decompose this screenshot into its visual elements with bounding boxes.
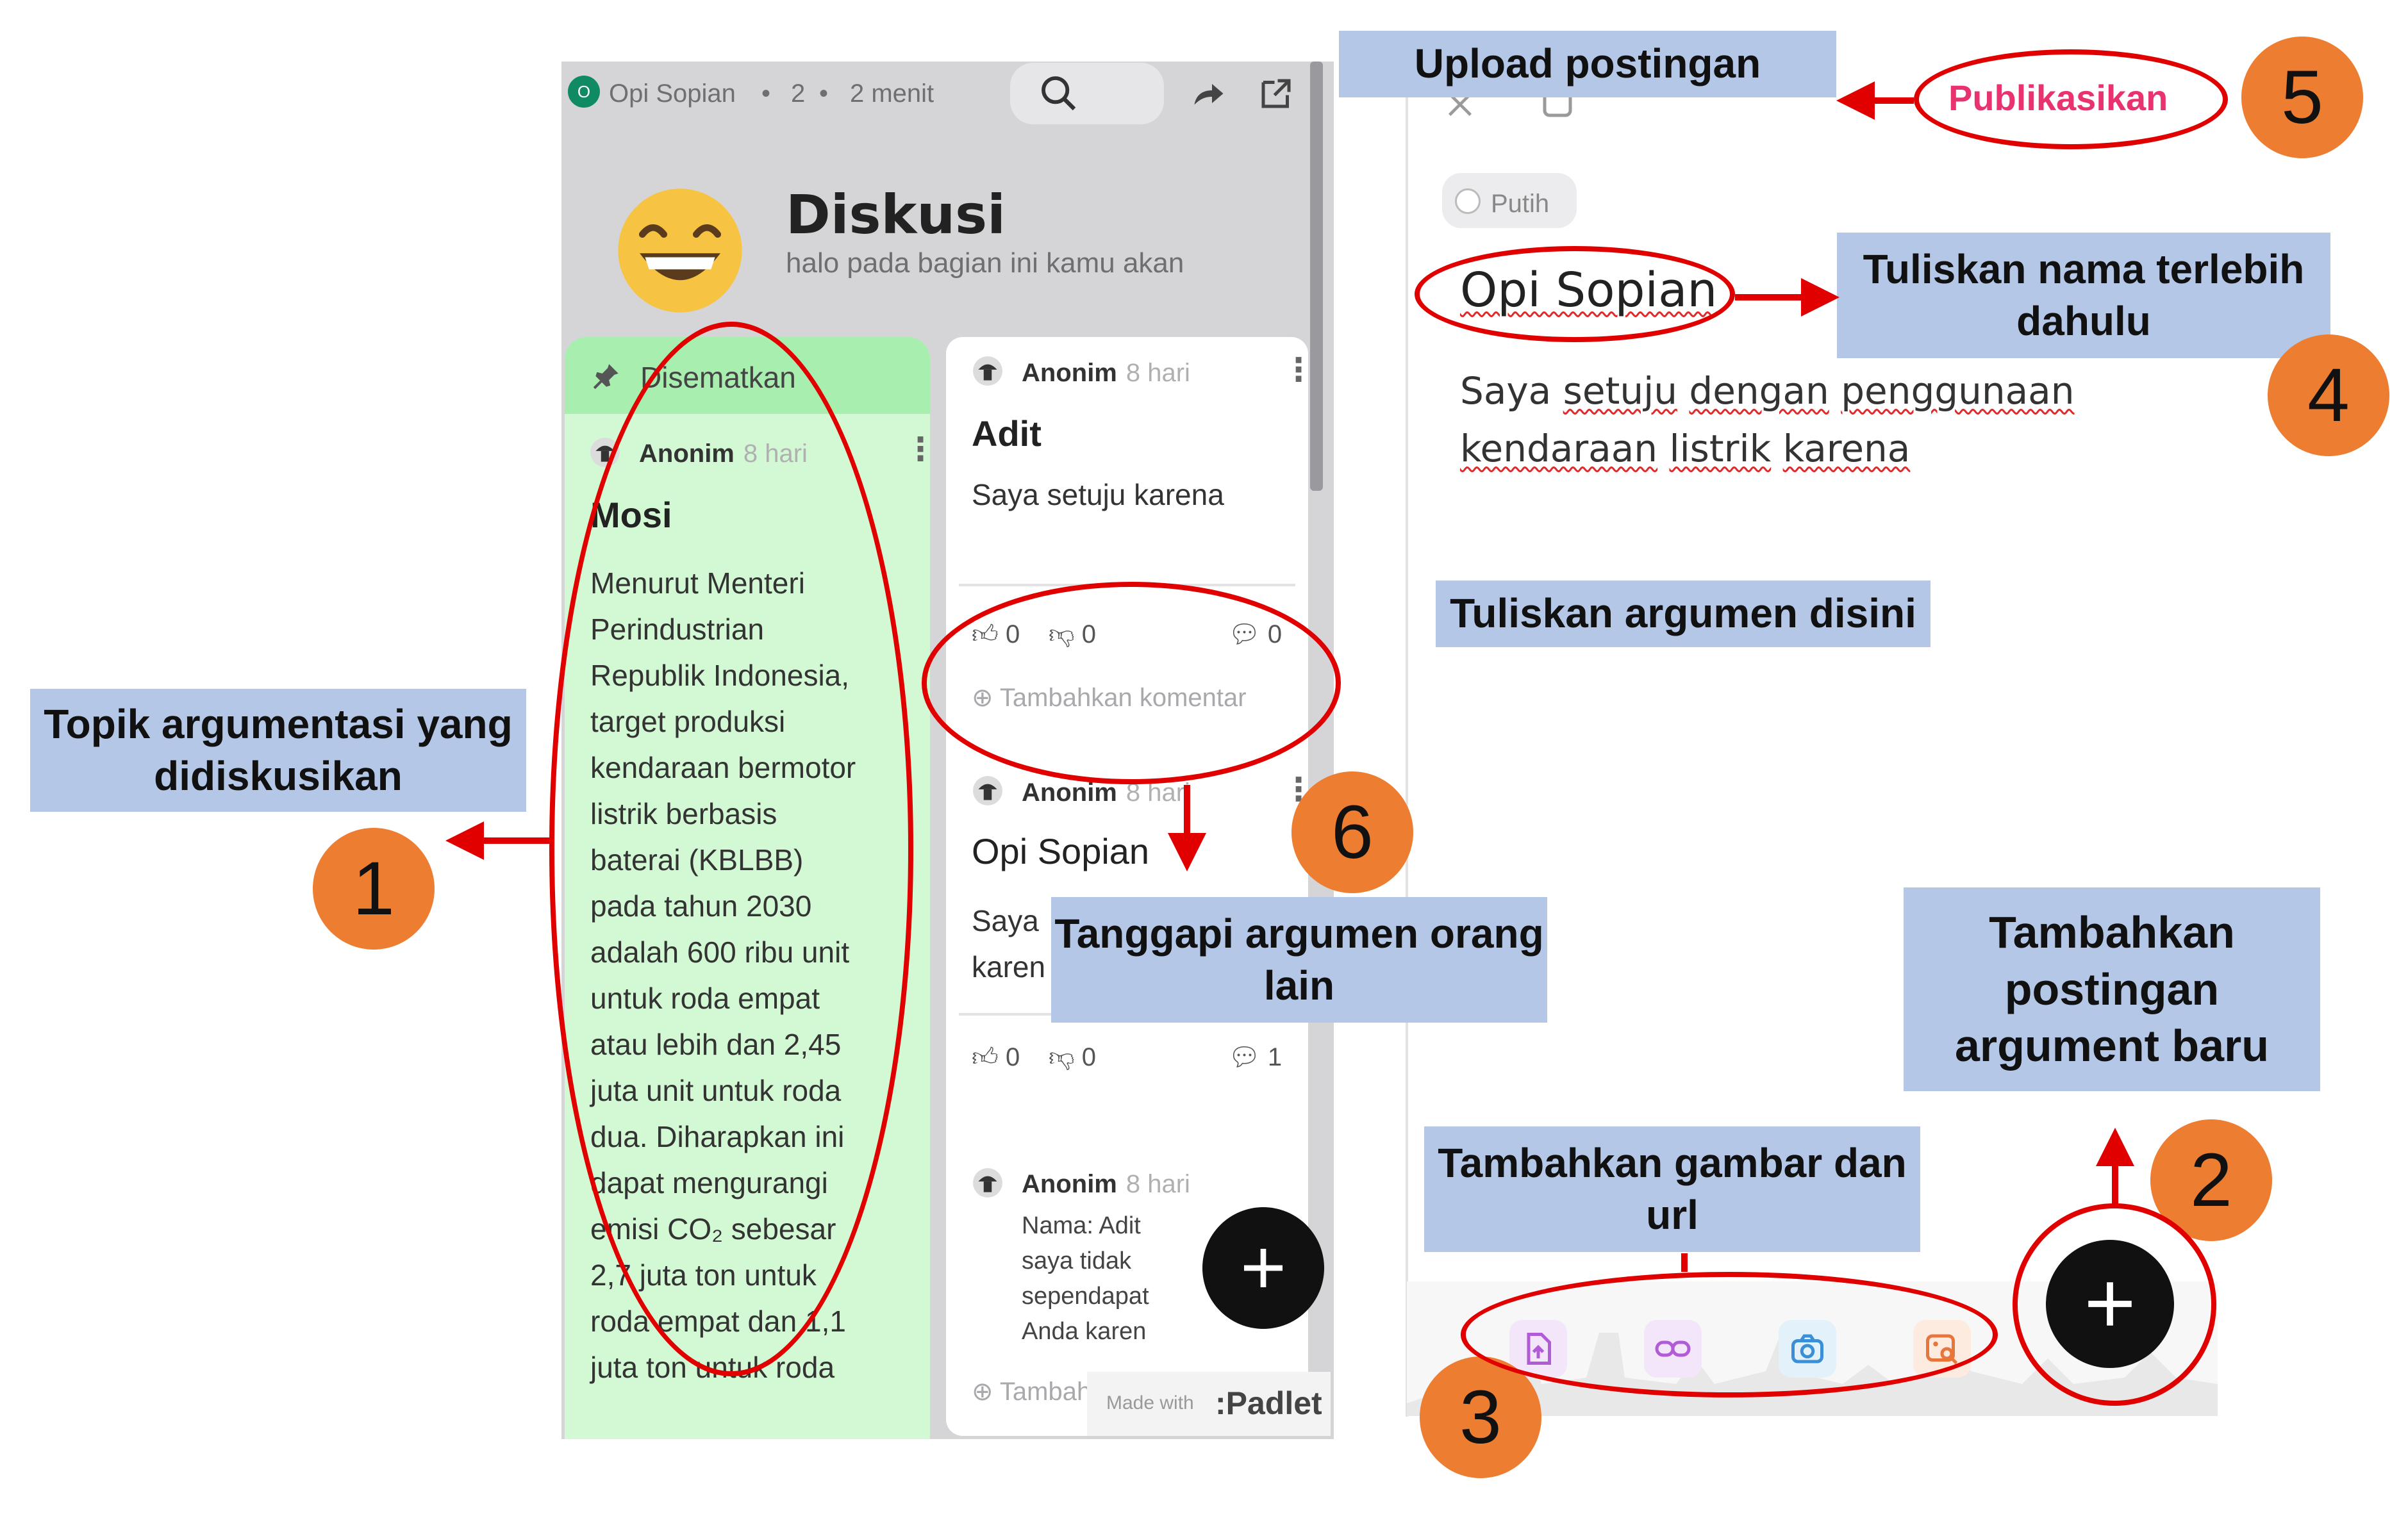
- annotation-arrows: [445, 81, 2134, 1272]
